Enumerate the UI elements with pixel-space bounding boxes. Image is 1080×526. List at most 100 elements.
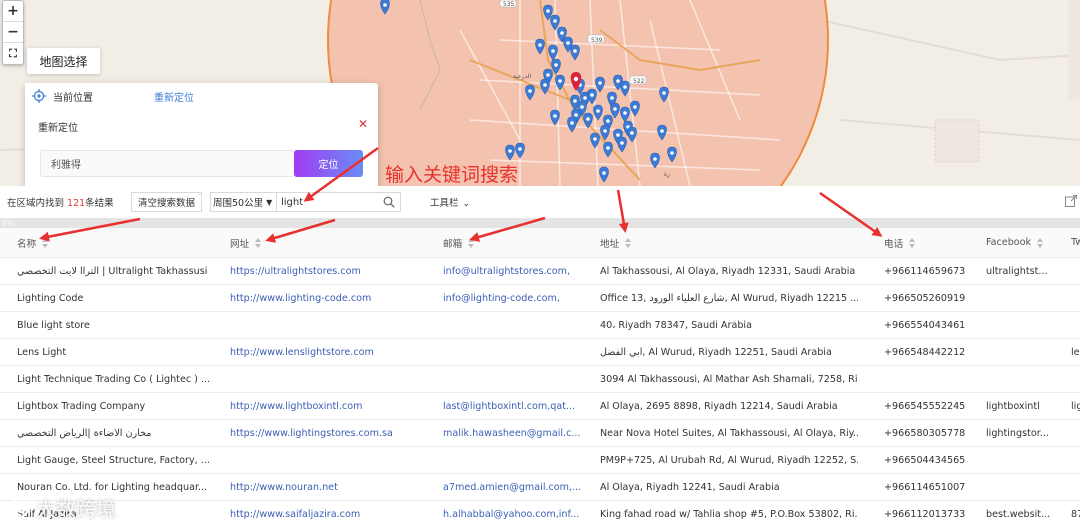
table-row[interactable]: Lightbox Trading Company http://www.light…: [0, 393, 1080, 420]
sort-icon[interactable]: [1037, 237, 1044, 248]
cell-email[interactable]: info@ultralightstores.com,: [443, 258, 591, 284]
header-name[interactable]: 名称: [17, 228, 217, 257]
cell-email[interactable]: malik.hawasheen@gmail.c...: [443, 420, 591, 446]
zoom-in-button[interactable]: +: [3, 1, 23, 22]
table-row[interactable]: Saif Al Jazira http://www.saifaljazira.co…: [0, 501, 1080, 526]
cell-email[interactable]: [443, 366, 591, 392]
cell-name: مخارن الاضاءة |الرياض التخصصي: [17, 427, 152, 439]
tools-dropdown[interactable]: 工具栏 ⌄: [430, 195, 470, 209]
cell-email[interactable]: [443, 339, 591, 365]
cell-email[interactable]: [443, 447, 591, 473]
table-row[interactable]: مخارن الاضاءة |الرياض التخصصي https://www…: [0, 420, 1080, 447]
map-marker-dot: [613, 107, 617, 111]
close-icon[interactable]: ✕: [358, 117, 368, 131]
cell-email[interactable]: last@lightboxintl.com,qat...: [443, 393, 591, 419]
map-marker-dot: [606, 119, 610, 123]
map-marker-dot: [583, 96, 587, 100]
cell-website[interactable]: http://www.lighting-code.com: [230, 285, 435, 311]
cell-address: Near Nova Hotel Suites, Al Takhassousi, …: [600, 427, 858, 439]
search-icon[interactable]: [383, 196, 395, 208]
map-marker-dot: [518, 147, 522, 151]
cell-twitter: [1071, 285, 1080, 311]
map-marker-dot: [558, 79, 562, 83]
header-website[interactable]: 网址: [230, 228, 435, 257]
cell-website[interactable]: http://www.lightboxintl.com: [230, 393, 435, 419]
clear-search-button[interactable]: 清空搜索数据: [131, 192, 203, 212]
relocate-link[interactable]: 重新定位: [154, 89, 194, 104]
cell-email[interactable]: a7med.amien@gmail.com,...: [443, 474, 591, 500]
svg-text:522: 522: [633, 78, 645, 85]
svg-text:الدرعية: الدرعية: [513, 73, 531, 80]
zoom-out-button[interactable]: −: [3, 22, 23, 43]
table-row[interactable]: Blue light store 40، Riyadh 78347, Saudi …: [0, 312, 1080, 339]
result-count: 在区域内找到 121条结果: [7, 198, 114, 209]
map-marker-dot: [606, 146, 610, 150]
cell-website[interactable]: http://www.nouran.net: [230, 474, 435, 500]
map-marker-dot: [610, 96, 614, 100]
table-header: 名称 网址 邮箱 地址 电话 Facebook Tw: [0, 228, 1080, 258]
cell-phone: +966112013733: [884, 508, 966, 520]
map-marker-dot: [623, 85, 627, 89]
locate-button[interactable]: 定位: [294, 150, 363, 177]
fullscreen-button[interactable]: ⛶: [3, 43, 23, 64]
current-location-row: 当前位置 重新定位: [25, 83, 222, 109]
radius-select[interactable]: 周围50公里 ▼: [210, 192, 277, 212]
cell-name: Blue light store: [17, 319, 90, 331]
cell-email[interactable]: [443, 312, 591, 338]
map-marker-dot: [616, 79, 620, 83]
cell-website[interactable]: [230, 312, 435, 338]
sort-icon[interactable]: [42, 237, 49, 248]
cell-twitter: [1071, 366, 1080, 392]
sort-icon[interactable]: [909, 237, 916, 248]
location-input[interactable]: 利雅得: [40, 150, 295, 177]
keyword-search-input[interactable]: light: [277, 192, 401, 212]
cell-website[interactable]: https://www.lightingstores.com.sa: [230, 420, 435, 446]
map-marker-dot: [573, 49, 577, 53]
sort-icon[interactable]: [255, 237, 262, 248]
header-facebook[interactable]: Facebook: [986, 228, 1056, 257]
table-row[interactable]: Nouran Co. Ltd. for Lighting headquar...…: [0, 474, 1080, 501]
cell-address: 3094 Al Takhassousi, Al Mathar Ash Shama…: [600, 373, 858, 385]
cell-address: Office 13, شارع العلياء الورود, Al Wurud…: [600, 292, 858, 304]
map-marker-dot: [554, 63, 558, 67]
cell-phone: +966114651007: [884, 481, 966, 493]
cell-facebook: [986, 312, 1056, 338]
map-marker-dot: [580, 105, 584, 109]
export-icon[interactable]: [1064, 194, 1078, 208]
cell-website[interactable]: [230, 366, 435, 392]
cell-email[interactable]: info@lighting-code.com,: [443, 285, 591, 311]
table-row[interactable]: التراا لايت التخصصي | Ultralight Takhass…: [0, 258, 1080, 285]
svg-text:رة: رة: [664, 171, 670, 178]
location-panel: 当前位置 重新定位 重新定位 ✕ 利雅得 定位: [25, 83, 378, 193]
sort-icon[interactable]: [625, 237, 632, 248]
map-marker-dot: [602, 171, 606, 175]
cell-website[interactable]: https://ultralightstores.com: [230, 258, 435, 284]
cell-facebook: [986, 447, 1056, 473]
chevron-down-icon: ⌄: [462, 199, 471, 209]
cell-name: Light Technique Trading Co ( Lightec ) .…: [17, 373, 211, 385]
sort-icon[interactable]: [468, 237, 475, 248]
cell-phone: [884, 366, 974, 392]
map-select-button[interactable]: 地图选择: [27, 48, 100, 74]
header-address[interactable]: 地址: [600, 228, 858, 257]
header-twitter[interactable]: Tw: [1071, 228, 1080, 257]
cell-phone: +966580305778: [884, 427, 966, 439]
table-row[interactable]: Lighting Code http://www.lighting-code.co…: [0, 285, 1080, 312]
cell-twitter: 87: [1071, 508, 1080, 520]
cell-website[interactable]: http://www.saifaljazira.com: [230, 501, 435, 526]
map-marker-dot: [670, 151, 674, 155]
map-marker-dot: [553, 114, 557, 118]
header-phone[interactable]: 电话: [884, 228, 974, 257]
table-row[interactable]: Light Technique Trading Co ( Lightec ) .…: [0, 366, 1080, 393]
map-marker-dot: [508, 149, 512, 153]
cell-twitter: lig: [1071, 400, 1080, 412]
cell-address: ابي الفضل, Al Wurud, Riyadh 12251, Saudi…: [600, 346, 832, 358]
map-marker-dot: [538, 43, 542, 47]
cell-name: Light Gauge, Steel Structure, Factory, .…: [17, 454, 210, 466]
header-email[interactable]: 邮箱: [443, 228, 591, 257]
cell-website[interactable]: http://www.lenslightstore.com: [230, 339, 435, 365]
cell-website[interactable]: [230, 447, 435, 473]
cell-email[interactable]: h.alhabbal@yahoo.com,inf...: [443, 501, 591, 526]
table-row[interactable]: Light Gauge, Steel Structure, Factory, .…: [0, 447, 1080, 474]
table-row[interactable]: Lens Light http://www.lenslightstore.com ا…: [0, 339, 1080, 366]
